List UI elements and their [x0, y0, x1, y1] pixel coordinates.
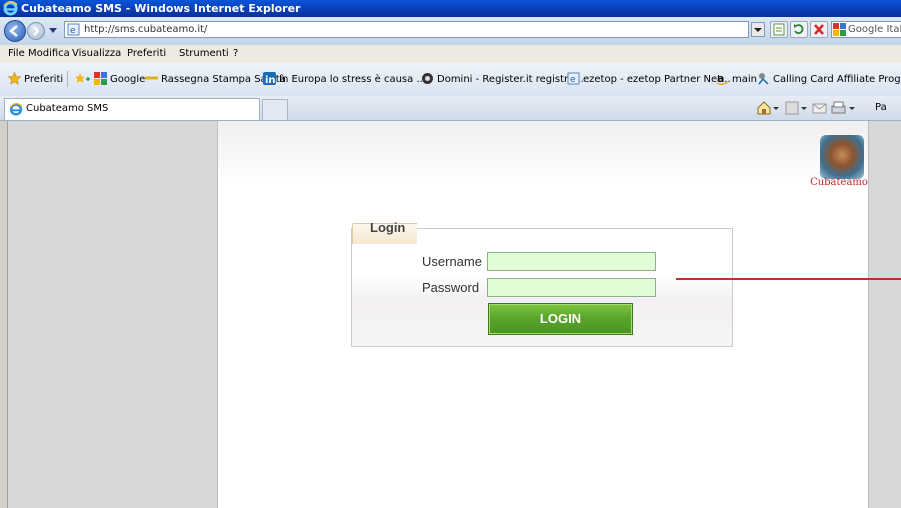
page-menu-button[interactable]: Pa	[875, 101, 887, 115]
menu-bar: File Modifica Visualizza Preferiti Strum…	[0, 45, 901, 64]
address-input[interactable]: e http://sms.cubateamo.it/	[64, 21, 749, 38]
password-label: Password	[422, 280, 480, 295]
home-icon[interactable]	[756, 100, 780, 116]
fav-link-google[interactable]: Google	[94, 72, 145, 87]
arrow-right-icon	[33, 26, 40, 36]
menu-strumenti[interactable]: Strumenti	[179, 47, 229, 61]
new-tab-button[interactable]	[262, 99, 288, 120]
news-icon	[145, 76, 158, 80]
favorites-bar: Preferiti Google Rassegna Stampa Sanità …	[0, 63, 901, 97]
linkedin-icon: in	[263, 72, 276, 86]
favorites-separator	[67, 71, 68, 87]
star-icon	[7, 71, 22, 85]
login-form: Login Username Password LOGIN	[351, 220, 733, 347]
fav-link-label: In Europa lo stress è causa ...	[279, 74, 426, 85]
page-body: Cubateamo Login Username Password LOGIN	[217, 121, 869, 508]
ie-logo-icon	[3, 1, 18, 16]
menu-modifica[interactable]: Modifica	[28, 47, 70, 61]
add-favorite-button[interactable]	[74, 72, 90, 87]
add-favorite-icon	[75, 73, 90, 83]
register-icon	[422, 73, 433, 84]
chevron-down-icon	[754, 28, 762, 32]
google-icon	[94, 72, 107, 85]
fav-link-amazon[interactable]: a main	[716, 72, 757, 87]
window-title-bar: Cubateamo SMS - Windows Internet Explore…	[0, 0, 901, 17]
username-label: Username	[422, 254, 482, 269]
amazon-icon: a	[716, 72, 729, 85]
menu-help[interactable]: ?	[233, 47, 238, 61]
login-button[interactable]: LOGIN	[488, 303, 633, 335]
fav-link-label: Calling Card Affiliate Progra...	[773, 74, 901, 85]
page-header-band	[218, 121, 868, 181]
compatibility-view-button[interactable]	[770, 21, 788, 38]
compatibility-icon	[773, 23, 785, 36]
fav-link-ezetop[interactable]: e ezetop - ezetop Partner Net...	[567, 72, 731, 87]
forward-button[interactable]	[27, 22, 45, 40]
address-dropdown-button[interactable]	[751, 22, 765, 37]
close-icon	[814, 24, 824, 35]
back-button[interactable]	[4, 20, 26, 42]
feeds-icon[interactable]	[784, 100, 808, 116]
menu-preferiti[interactable]: Preferiti	[127, 47, 166, 61]
logo-text: Cubateamo	[810, 177, 868, 188]
tab-bar: Cubateamo SMS Pa	[0, 96, 901, 121]
print-icon[interactable]	[830, 100, 856, 116]
tab-label: Cubateamo SMS	[26, 103, 109, 114]
google-icon	[833, 23, 846, 36]
fav-link-label: Domini - Register.it registra...	[437, 74, 584, 85]
svg-text:e: e	[70, 26, 76, 36]
fav-link-label: Google	[110, 74, 146, 85]
login-legend: Login	[370, 220, 406, 235]
annotation-red-line	[676, 278, 901, 280]
search-input[interactable]: Google Itali	[831, 21, 901, 38]
fav-link-callingcard[interactable]: Calling Card Affiliate Progra...	[757, 72, 901, 87]
address-url: http://sms.cubateamo.it/	[84, 24, 208, 35]
window-title: Cubateamo SMS - Windows Internet Explore…	[21, 2, 301, 15]
menu-file[interactable]: File	[8, 47, 25, 61]
address-toolbar: e http://sms.cubateamo.it/ Google Itali	[0, 17, 901, 46]
tab-cubateamo[interactable]: Cubateamo SMS	[4, 98, 260, 120]
cubateamo-logo[interactable]: Cubateamo	[810, 135, 868, 195]
menu-visualizza[interactable]: Visualizza	[72, 47, 121, 61]
favorites-label: Preferiti	[24, 74, 64, 85]
svg-text:in: in	[265, 75, 276, 85]
search-provider-text: Google Itali	[848, 24, 901, 35]
password-input[interactable]	[487, 278, 656, 297]
refresh-button[interactable]	[790, 21, 808, 38]
fav-link-label: main	[732, 74, 757, 85]
stop-button[interactable]	[810, 21, 828, 38]
history-dropdown-icon[interactable]	[48, 25, 58, 35]
fav-link-label: ezetop - ezetop Partner Net...	[583, 74, 731, 85]
username-input[interactable]	[487, 252, 656, 271]
svg-text:e: e	[570, 75, 576, 85]
refresh-icon	[794, 24, 804, 34]
affiliate-icon	[758, 73, 769, 85]
favorites-button[interactable]: Preferiti	[7, 71, 64, 87]
mail-icon[interactable]	[812, 100, 828, 116]
arrow-left-icon	[9, 25, 18, 37]
fav-link-register[interactable]: Domini - Register.it registra...	[421, 72, 584, 87]
page-icon: e	[67, 23, 80, 36]
ie-logo-icon	[9, 103, 23, 116]
page-icon: e	[567, 72, 580, 85]
fav-link-linkedin[interactable]: in In Europa lo stress è causa ...	[263, 72, 426, 87]
logo-image	[820, 135, 864, 179]
browser-viewport: Cubateamo Login Username Password LOGIN	[7, 121, 901, 508]
